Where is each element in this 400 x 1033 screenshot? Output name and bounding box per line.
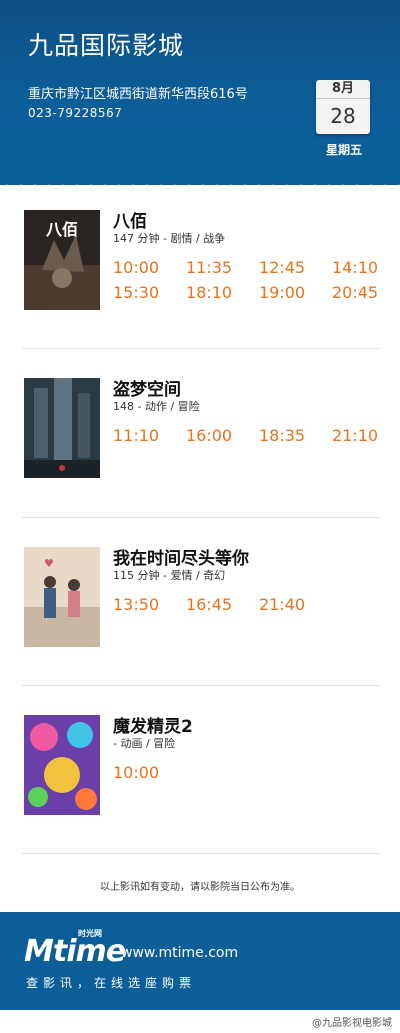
date-day: 28 [330, 104, 356, 128]
showtime[interactable]: 13:50 [113, 595, 159, 614]
scallop-edge-top [0, 178, 400, 190]
poster-title: 八佰 [45, 220, 78, 239]
movie-meta: 147 分钟 - 剧情 / 战争 [113, 232, 226, 245]
showtime[interactable]: 11:35 [186, 258, 232, 277]
website-url[interactable]: www.mtime.com [121, 945, 238, 961]
divider [22, 348, 380, 349]
showtime[interactable]: 14:10 [332, 258, 378, 277]
date-card: 8月 28 [316, 80, 370, 134]
mtime-logo-sub: 时光网 [78, 929, 102, 938]
showtime[interactable]: 18:35 [259, 426, 305, 445]
showtime[interactable]: 21:40 [259, 595, 305, 614]
movie-meta: 115 分钟 - 爱情 / 奇幻 [113, 569, 226, 582]
showtime[interactable]: 16:00 [186, 426, 232, 445]
showtime[interactable]: 12:45 [259, 258, 305, 277]
showtime[interactable]: 16:45 [186, 595, 232, 614]
showtime[interactable]: 10:00 [113, 258, 159, 277]
movie-card[interactable]: ♥ 我在时间尽头等你 115 分钟 - 爱情 / 奇幻 13:50 16:45 … [0, 547, 400, 715]
movie-poster[interactable] [24, 378, 100, 478]
divider [22, 685, 380, 686]
date-month: 8月 [316, 80, 370, 99]
showtime[interactable]: 21:10 [332, 426, 378, 445]
cinema-phone[interactable]: 023-79228567 [28, 106, 122, 120]
movie-title[interactable]: 盗梦空间 [113, 375, 181, 400]
svg-text:♥: ♥ [44, 557, 54, 570]
movie-meta: - 动画 / 冒险 [113, 737, 176, 750]
weibo-watermark: @九品影视电影城 [312, 1018, 392, 1029]
movie-title[interactable]: 魔发精灵2 [113, 712, 193, 737]
cinema-name: 九品国际影城 [28, 31, 185, 60]
showtime[interactable]: 20:45 [332, 283, 378, 302]
movie-title[interactable]: 我在时间尽头等你 [113, 544, 249, 569]
showtime[interactable]: 15:30 [113, 283, 159, 302]
showtime[interactable]: 10:00 [113, 763, 159, 782]
divider [22, 517, 380, 518]
divider [22, 853, 380, 854]
movie-title[interactable]: 八佰 [113, 207, 147, 232]
movie-card[interactable]: 盗梦空间 148 - 动作 / 冒险 11:10 16:00 18:35 21:… [0, 378, 400, 546]
cinema-address: 重庆市黔江区城西街道新华西段616号 [28, 87, 248, 102]
movie-card[interactable]: 魔发精灵2 - 动画 / 冒险 10:00 [0, 715, 400, 883]
movie-poster[interactable]: 八佰 [24, 210, 100, 310]
slogan: 查影讯，在线选座购票 [26, 976, 197, 990]
notice-text: 以上影讯如有变动，请以影院当日公布为准。 [100, 882, 300, 893]
movie-poster[interactable]: ♥ [24, 547, 100, 647]
movie-poster[interactable] [24, 715, 100, 815]
showtime[interactable]: 19:00 [259, 283, 305, 302]
mtime-logo[interactable]: Mtime [24, 934, 126, 969]
weekday: 星期五 [325, 143, 362, 157]
showtime[interactable]: 18:10 [186, 283, 232, 302]
movie-card[interactable]: 八佰 八佰 147 分钟 - 剧情 / 战争 10:00 11:35 12:45… [0, 210, 400, 378]
showtime[interactable]: 11:10 [113, 426, 159, 445]
footer: Mtime 时光网 www.mtime.com 查影讯，在线选座购票 [0, 912, 400, 1010]
header: 九品国际影城 重庆市黔江区城西街道新华西段616号 023-79228567 8… [0, 0, 400, 185]
movie-meta: 148 - 动作 / 冒险 [113, 400, 200, 413]
